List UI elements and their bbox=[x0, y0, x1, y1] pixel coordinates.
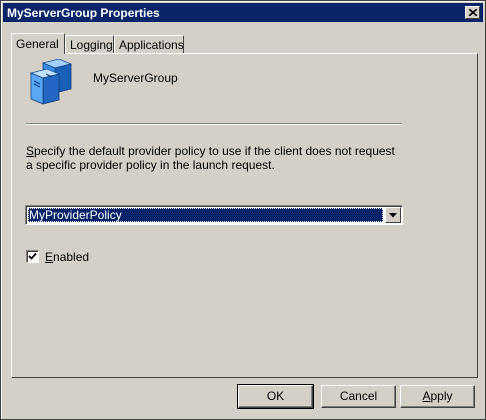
apply-button[interactable]: Apply bbox=[400, 385, 475, 408]
separator bbox=[26, 123, 402, 125]
title-bar[interactable]: MyServerGroup Properties bbox=[3, 3, 483, 22]
dropdown-arrow-button[interactable] bbox=[385, 207, 401, 223]
tab-general[interactable]: General bbox=[11, 33, 65, 54]
cancel-button[interactable]: Cancel bbox=[321, 385, 396, 408]
tab-applications-label: Applications bbox=[119, 38, 184, 52]
provider-policy-selected: MyProviderPolicy bbox=[28, 208, 383, 222]
enabled-checkbox[interactable] bbox=[26, 250, 39, 263]
policy-description: Specify the default provider policy to u… bbox=[26, 144, 395, 172]
provider-policy-dropdown[interactable]: MyProviderPolicy bbox=[25, 205, 403, 225]
apply-button-label: Apply bbox=[422, 389, 453, 403]
tab-logging-label: Logging bbox=[70, 38, 113, 52]
cancel-button-label: Cancel bbox=[339, 389, 378, 403]
enabled-label[interactable]: Enabled bbox=[45, 250, 89, 264]
properties-dialog: MyServerGroup Properties General Logging… bbox=[0, 0, 486, 420]
ok-button-label: OK bbox=[266, 389, 285, 403]
chevron-down-icon bbox=[389, 213, 397, 218]
close-icon bbox=[469, 9, 477, 16]
window-title: MyServerGroup Properties bbox=[7, 6, 160, 20]
check-icon bbox=[28, 252, 37, 260]
tab-general-label: General bbox=[16, 37, 59, 51]
tab-applications[interactable]: Applications bbox=[114, 35, 184, 53]
ok-button[interactable]: OK bbox=[237, 384, 314, 409]
tab-logging[interactable]: Logging bbox=[65, 35, 114, 53]
server-group-name: MyServerGroup bbox=[93, 71, 178, 85]
server-group-icon bbox=[29, 59, 73, 105]
close-button[interactable] bbox=[465, 6, 480, 19]
